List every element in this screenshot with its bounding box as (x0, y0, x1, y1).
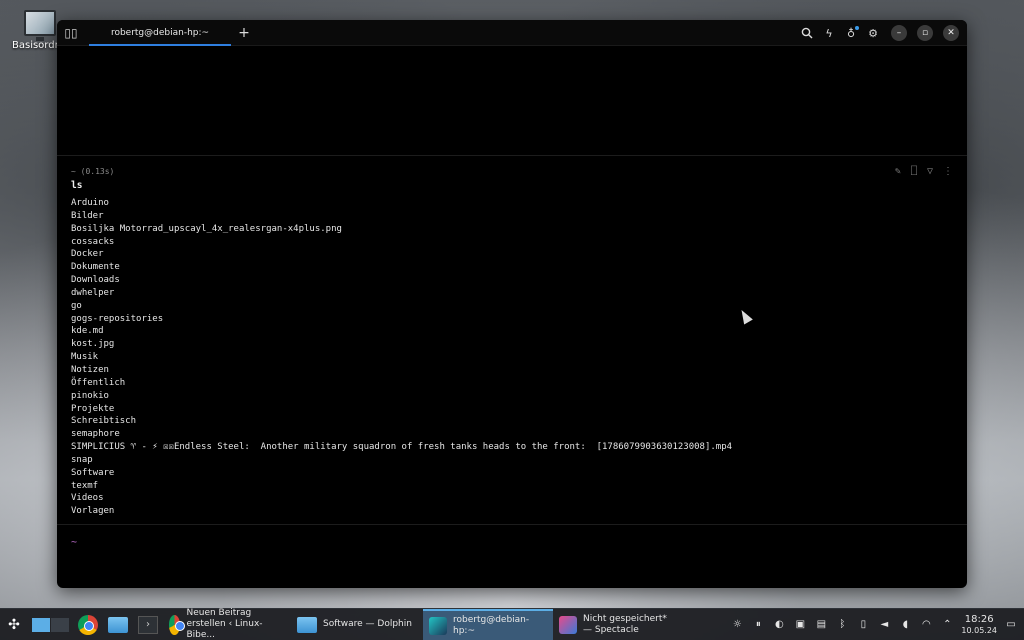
computer-icon (24, 10, 56, 41)
maximize-button[interactable]: ▫ (917, 25, 933, 41)
output-line: semaphore (71, 429, 120, 440)
clipboard-icon[interactable]: ▤ (814, 619, 828, 630)
task-label: Nicht gespeichert* — Spectacle (583, 613, 667, 635)
block-meta: ~ (0.13s) (71, 167, 115, 176)
output-line: Notizen (71, 364, 109, 375)
output-line: Schreibtisch (71, 416, 137, 427)
search-icon[interactable] (799, 25, 815, 41)
block-toolbar: ✎ ⎕ ▽ ⋮ (895, 166, 953, 177)
output-line: go (71, 300, 82, 311)
output-line: Arduino (71, 198, 109, 208)
empty-block (57, 46, 967, 156)
notification-bell-icon[interactable]: ☼ (730, 619, 744, 630)
taskbar: ✣ › Neuen Beitrag erstellen ‹ Linux-Bibe… (0, 608, 1024, 640)
prompt-symbol: ~ (71, 537, 78, 549)
clock-time: 18:26 (964, 613, 994, 625)
task-label: Software — Dolphin (323, 619, 412, 629)
wifi-icon[interactable]: ◠ (919, 619, 933, 630)
output-line: pinokio (71, 390, 109, 401)
media-pause-icon[interactable]: ⏸ (751, 619, 765, 630)
command-block[interactable]: ✎ ⎕ ▽ ⋮ ~ (0.13s) ls Arduino Bilder Bosi… (57, 156, 967, 526)
book-icon[interactable]: ▯▯ (57, 20, 85, 46)
output-line: Videos (71, 493, 104, 504)
bluetooth-icon[interactable]: ᛒ (835, 619, 849, 630)
tab-terminal[interactable]: robertg@debian-hp:~ (89, 20, 231, 46)
output-line: dwhelper (71, 287, 115, 298)
pinned-terminal[interactable]: › (133, 609, 163, 640)
output-line: Downloads (71, 275, 120, 286)
titlebar: ▯▯ robertg@debian-hp:~ + ϟ ♁ ⚙ – ▫ ✕ (57, 20, 967, 46)
output-line: Bosiljka Motorrad_upscayl_4x_realesrgan-… (71, 223, 342, 234)
virtual-desktop-pager[interactable] (32, 617, 69, 632)
microphone-icon[interactable]: ◖ (898, 619, 912, 630)
volume-icon[interactable]: ◄ (877, 619, 891, 630)
task-dolphin[interactable]: Software — Dolphin (291, 609, 423, 640)
clock[interactable]: 18:26 10.05.24 (961, 614, 997, 636)
clock-date: 10.05.24 (961, 625, 997, 635)
close-button[interactable]: ✕ (943, 25, 959, 41)
output-line: Projekte (71, 403, 115, 414)
pinned-dolphin[interactable] (103, 609, 133, 640)
battery-icon[interactable]: ▯ (856, 619, 870, 630)
kdeconnect-icon[interactable]: ◐ (772, 619, 786, 630)
chevron-up-icon[interactable]: ⌃ (940, 619, 954, 630)
chrome-icon (78, 614, 98, 635)
vault-icon[interactable]: ▣ (793, 619, 807, 630)
output-line: Vorlagen (71, 506, 115, 517)
output-line: kost.jpg (71, 339, 115, 350)
desktop-1[interactable] (32, 617, 50, 632)
pin-icon[interactable]: ✎ (895, 166, 901, 177)
folder-icon (297, 616, 317, 633)
terminal-window: ▯▯ robertg@debian-hp:~ + ϟ ♁ ⚙ – ▫ ✕ ✎ ⎕… (57, 20, 967, 588)
output-line: Software (71, 467, 115, 478)
output-line: snap (71, 454, 93, 465)
bookmark-icon[interactable]: ⎕ (911, 166, 917, 177)
output-line: Bilder (71, 210, 104, 221)
output-line: gogs-repositories (71, 313, 164, 324)
output-line: Öffentlich (71, 377, 126, 388)
task-spectacle[interactable]: Nicht gespeichert* — Spectacle (553, 609, 681, 640)
pinned-chrome[interactable] (73, 609, 103, 640)
bolt-icon[interactable]: ϟ (821, 25, 837, 41)
spectacle-icon (559, 615, 577, 634)
output-line: kde.md (71, 326, 104, 337)
task-terminal[interactable]: robertg@debian-hp:~ (423, 608, 553, 640)
desktop-2[interactable] (51, 617, 69, 632)
output-line: SIMPLICIUS ♈ - ⚡ ☒☒Endless Steel: Anothe… (71, 442, 733, 453)
terminal-icon: › (138, 615, 158, 634)
task-chrome[interactable]: Neuen Beitrag erstellen ‹ Linux-Bibe... (163, 608, 291, 640)
output-line: Docker (71, 249, 104, 260)
output-line: Musik (71, 352, 99, 363)
task-label: robertg@debian-hp:~ (453, 614, 530, 636)
output-line: cossacks (71, 236, 115, 247)
chrome-icon (169, 614, 186, 635)
block-command: ls (71, 180, 83, 191)
output-line: Dokumente (71, 262, 120, 273)
tab-title: robertg@debian-hp:~ (110, 27, 210, 38)
system-tray: ☼ ⏸ ◐ ▣ ▤ ᛒ ▯ ◄ ◖ ◠ ⌃ 18:26 10.05.24 ▭ (730, 614, 1024, 636)
task-label: Neuen Beitrag erstellen ‹ Linux-Bibe... (186, 608, 263, 640)
warp-icon (429, 616, 447, 635)
new-tab-button[interactable]: + (233, 25, 255, 41)
minimize-button[interactable]: – (891, 25, 907, 41)
more-icon[interactable]: ⋮ (943, 166, 953, 177)
gear-icon[interactable]: ⚙ (865, 25, 881, 41)
output-line: texmf (71, 480, 99, 491)
command-input[interactable]: ~ (57, 525, 967, 560)
folder-icon (108, 616, 128, 633)
app-launcher-icon[interactable]: ✣ (0, 609, 28, 640)
lightbulb-icon[interactable]: ♁ (843, 25, 859, 41)
show-desktop-icon[interactable]: ▭ (1004, 619, 1018, 630)
filter-icon[interactable]: ▽ (927, 166, 933, 177)
block-output: Arduino Bilder Bosiljka Motorrad_upscayl… (71, 197, 953, 518)
